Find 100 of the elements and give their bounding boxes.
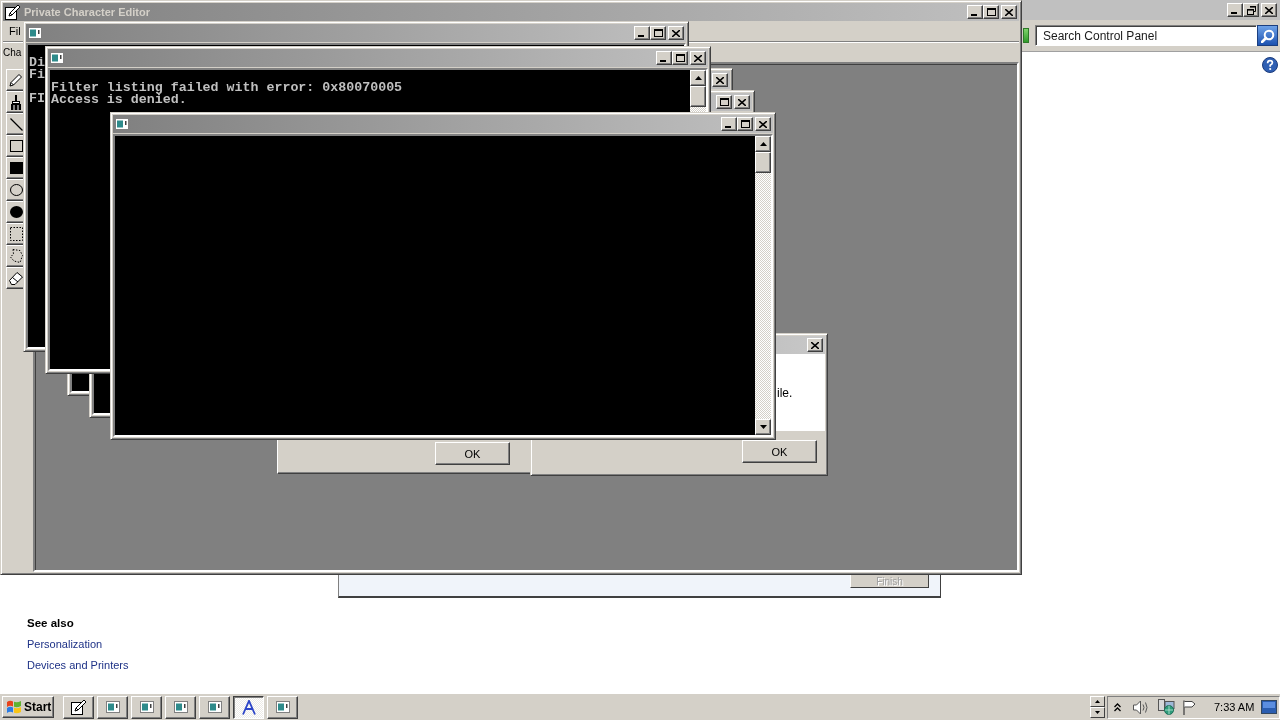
font-icon bbox=[241, 699, 256, 715]
close-button[interactable] bbox=[712, 73, 728, 87]
console-text: Filter listing failed with error: 0x80070005 Access is denied. bbox=[51, 82, 403, 106]
link[interactable]: Personalization bbox=[27, 638, 103, 651]
chevron-icon[interactable] bbox=[1114, 702, 1121, 712]
rectangle-icon bbox=[9, 140, 23, 152]
close-icon bbox=[672, 29, 680, 37]
maximize-icon bbox=[719, 98, 729, 106]
down-arrow-icon bbox=[1095, 711, 1100, 714]
close-button[interactable] bbox=[690, 51, 706, 65]
tool-button[interactable] bbox=[6, 245, 26, 267]
maximize-button[interactable] bbox=[672, 51, 688, 65]
close-button[interactable] bbox=[1261, 3, 1277, 17]
freeform-selection-icon bbox=[9, 249, 23, 263]
close-icon bbox=[759, 120, 767, 128]
minimize-icon bbox=[1231, 12, 1237, 14]
close-button[interactable] bbox=[1001, 5, 1017, 19]
scroll-down-button[interactable] bbox=[755, 419, 771, 435]
scroll-thumb[interactable] bbox=[755, 152, 771, 173]
pen-icon bbox=[70, 699, 87, 715]
search-button[interactable] bbox=[1257, 25, 1278, 46]
clock: 7:33 AM bbox=[1214, 701, 1255, 713]
minimize-icon bbox=[725, 126, 731, 128]
console-text: Di Fi FI bbox=[29, 57, 45, 105]
maximize-button[interactable] bbox=[716, 95, 732, 109]
close-icon bbox=[1265, 6, 1273, 14]
close-icon bbox=[738, 98, 746, 106]
tool-button[interactable] bbox=[6, 201, 26, 223]
maximize-button[interactable] bbox=[983, 5, 999, 19]
search-icon bbox=[1260, 28, 1275, 43]
rectangle-selection-icon bbox=[9, 227, 23, 241]
minimize-button[interactable] bbox=[634, 26, 650, 40]
tool-button[interactable] bbox=[6, 179, 26, 201]
maximize-icon bbox=[675, 54, 685, 62]
go-button[interactable] bbox=[1023, 28, 1029, 43]
maximize-button[interactable] bbox=[650, 26, 666, 40]
link[interactable]: Devices and Printers bbox=[27, 659, 129, 672]
pencil-icon bbox=[9, 73, 23, 87]
minimize-button[interactable] bbox=[656, 51, 672, 65]
pen-icon bbox=[5, 4, 21, 20]
window-icon bbox=[275, 701, 290, 713]
window-title: Private Character Editor bbox=[24, 6, 150, 18]
scroll-up-button[interactable] bbox=[690, 70, 706, 86]
window-icon bbox=[28, 27, 42, 39]
up-arrow-icon bbox=[759, 142, 767, 146]
window-icon bbox=[50, 52, 64, 64]
maximize-icon bbox=[653, 29, 663, 37]
close-button[interactable] bbox=[668, 26, 684, 40]
line-icon bbox=[9, 117, 23, 131]
tool-button[interactable] bbox=[6, 91, 26, 113]
scroll-up-button[interactable] bbox=[755, 136, 771, 152]
speaker-icon[interactable] bbox=[1133, 699, 1150, 715]
tray-scroll-down-button[interactable] bbox=[1090, 707, 1105, 718]
taskbar-button[interactable] bbox=[233, 695, 264, 719]
start-button[interactable]: Start bbox=[2, 696, 54, 718]
search-field[interactable]: Search Control Panel bbox=[1035, 25, 1257, 46]
tool-button[interactable] bbox=[6, 157, 26, 179]
tray-scroll-up-button[interactable] bbox=[1090, 696, 1105, 707]
minimize-button[interactable] bbox=[1227, 3, 1243, 17]
network-icon[interactable] bbox=[1158, 699, 1175, 715]
ellipse-icon bbox=[9, 184, 23, 196]
close-icon bbox=[1005, 8, 1013, 16]
scroll-thumb[interactable] bbox=[690, 86, 706, 107]
close-icon bbox=[716, 76, 724, 84]
menu-item[interactable]: Fil bbox=[9, 25, 21, 37]
tool-button[interactable] bbox=[6, 113, 26, 135]
minimize-button[interactable] bbox=[721, 117, 737, 131]
flag-icon[interactable] bbox=[1183, 699, 1198, 715]
maximize-icon bbox=[986, 8, 996, 16]
window-icon bbox=[105, 701, 120, 713]
up-arrow-icon bbox=[694, 76, 702, 80]
minimize-button[interactable] bbox=[967, 5, 983, 19]
tool-button[interactable] bbox=[6, 135, 26, 157]
help-icon[interactable] bbox=[1262, 57, 1278, 73]
message-text: ile. bbox=[777, 385, 793, 400]
dialog-button[interactable]: OK bbox=[435, 442, 510, 465]
logo-icon bbox=[6, 700, 22, 714]
minimize-icon bbox=[971, 14, 977, 16]
window-icon bbox=[139, 701, 154, 713]
window-icon bbox=[115, 118, 129, 130]
brush-icon bbox=[10, 94, 22, 110]
filled-rectangle-icon bbox=[9, 162, 23, 174]
maximize-button[interactable] bbox=[737, 117, 753, 131]
close-icon bbox=[694, 54, 702, 62]
minimize-icon bbox=[638, 35, 644, 37]
section-heading: See also bbox=[27, 617, 74, 630]
tool-button[interactable] bbox=[6, 69, 26, 91]
monitor-icon[interactable] bbox=[1261, 700, 1277, 714]
filled-ellipse-icon bbox=[9, 206, 23, 218]
dialog-button[interactable]: OK bbox=[742, 440, 817, 463]
close-icon bbox=[811, 341, 819, 349]
tool-button[interactable] bbox=[6, 267, 26, 289]
up-arrow-icon bbox=[1095, 700, 1100, 703]
close-button[interactable] bbox=[807, 338, 823, 352]
field-label: Cha bbox=[3, 47, 22, 58]
close-button[interactable] bbox=[734, 95, 750, 109]
restore-icon bbox=[1246, 5, 1256, 15]
tool-button[interactable] bbox=[6, 223, 26, 245]
close-button[interactable] bbox=[755, 117, 771, 131]
restore-button[interactable] bbox=[1243, 3, 1259, 17]
